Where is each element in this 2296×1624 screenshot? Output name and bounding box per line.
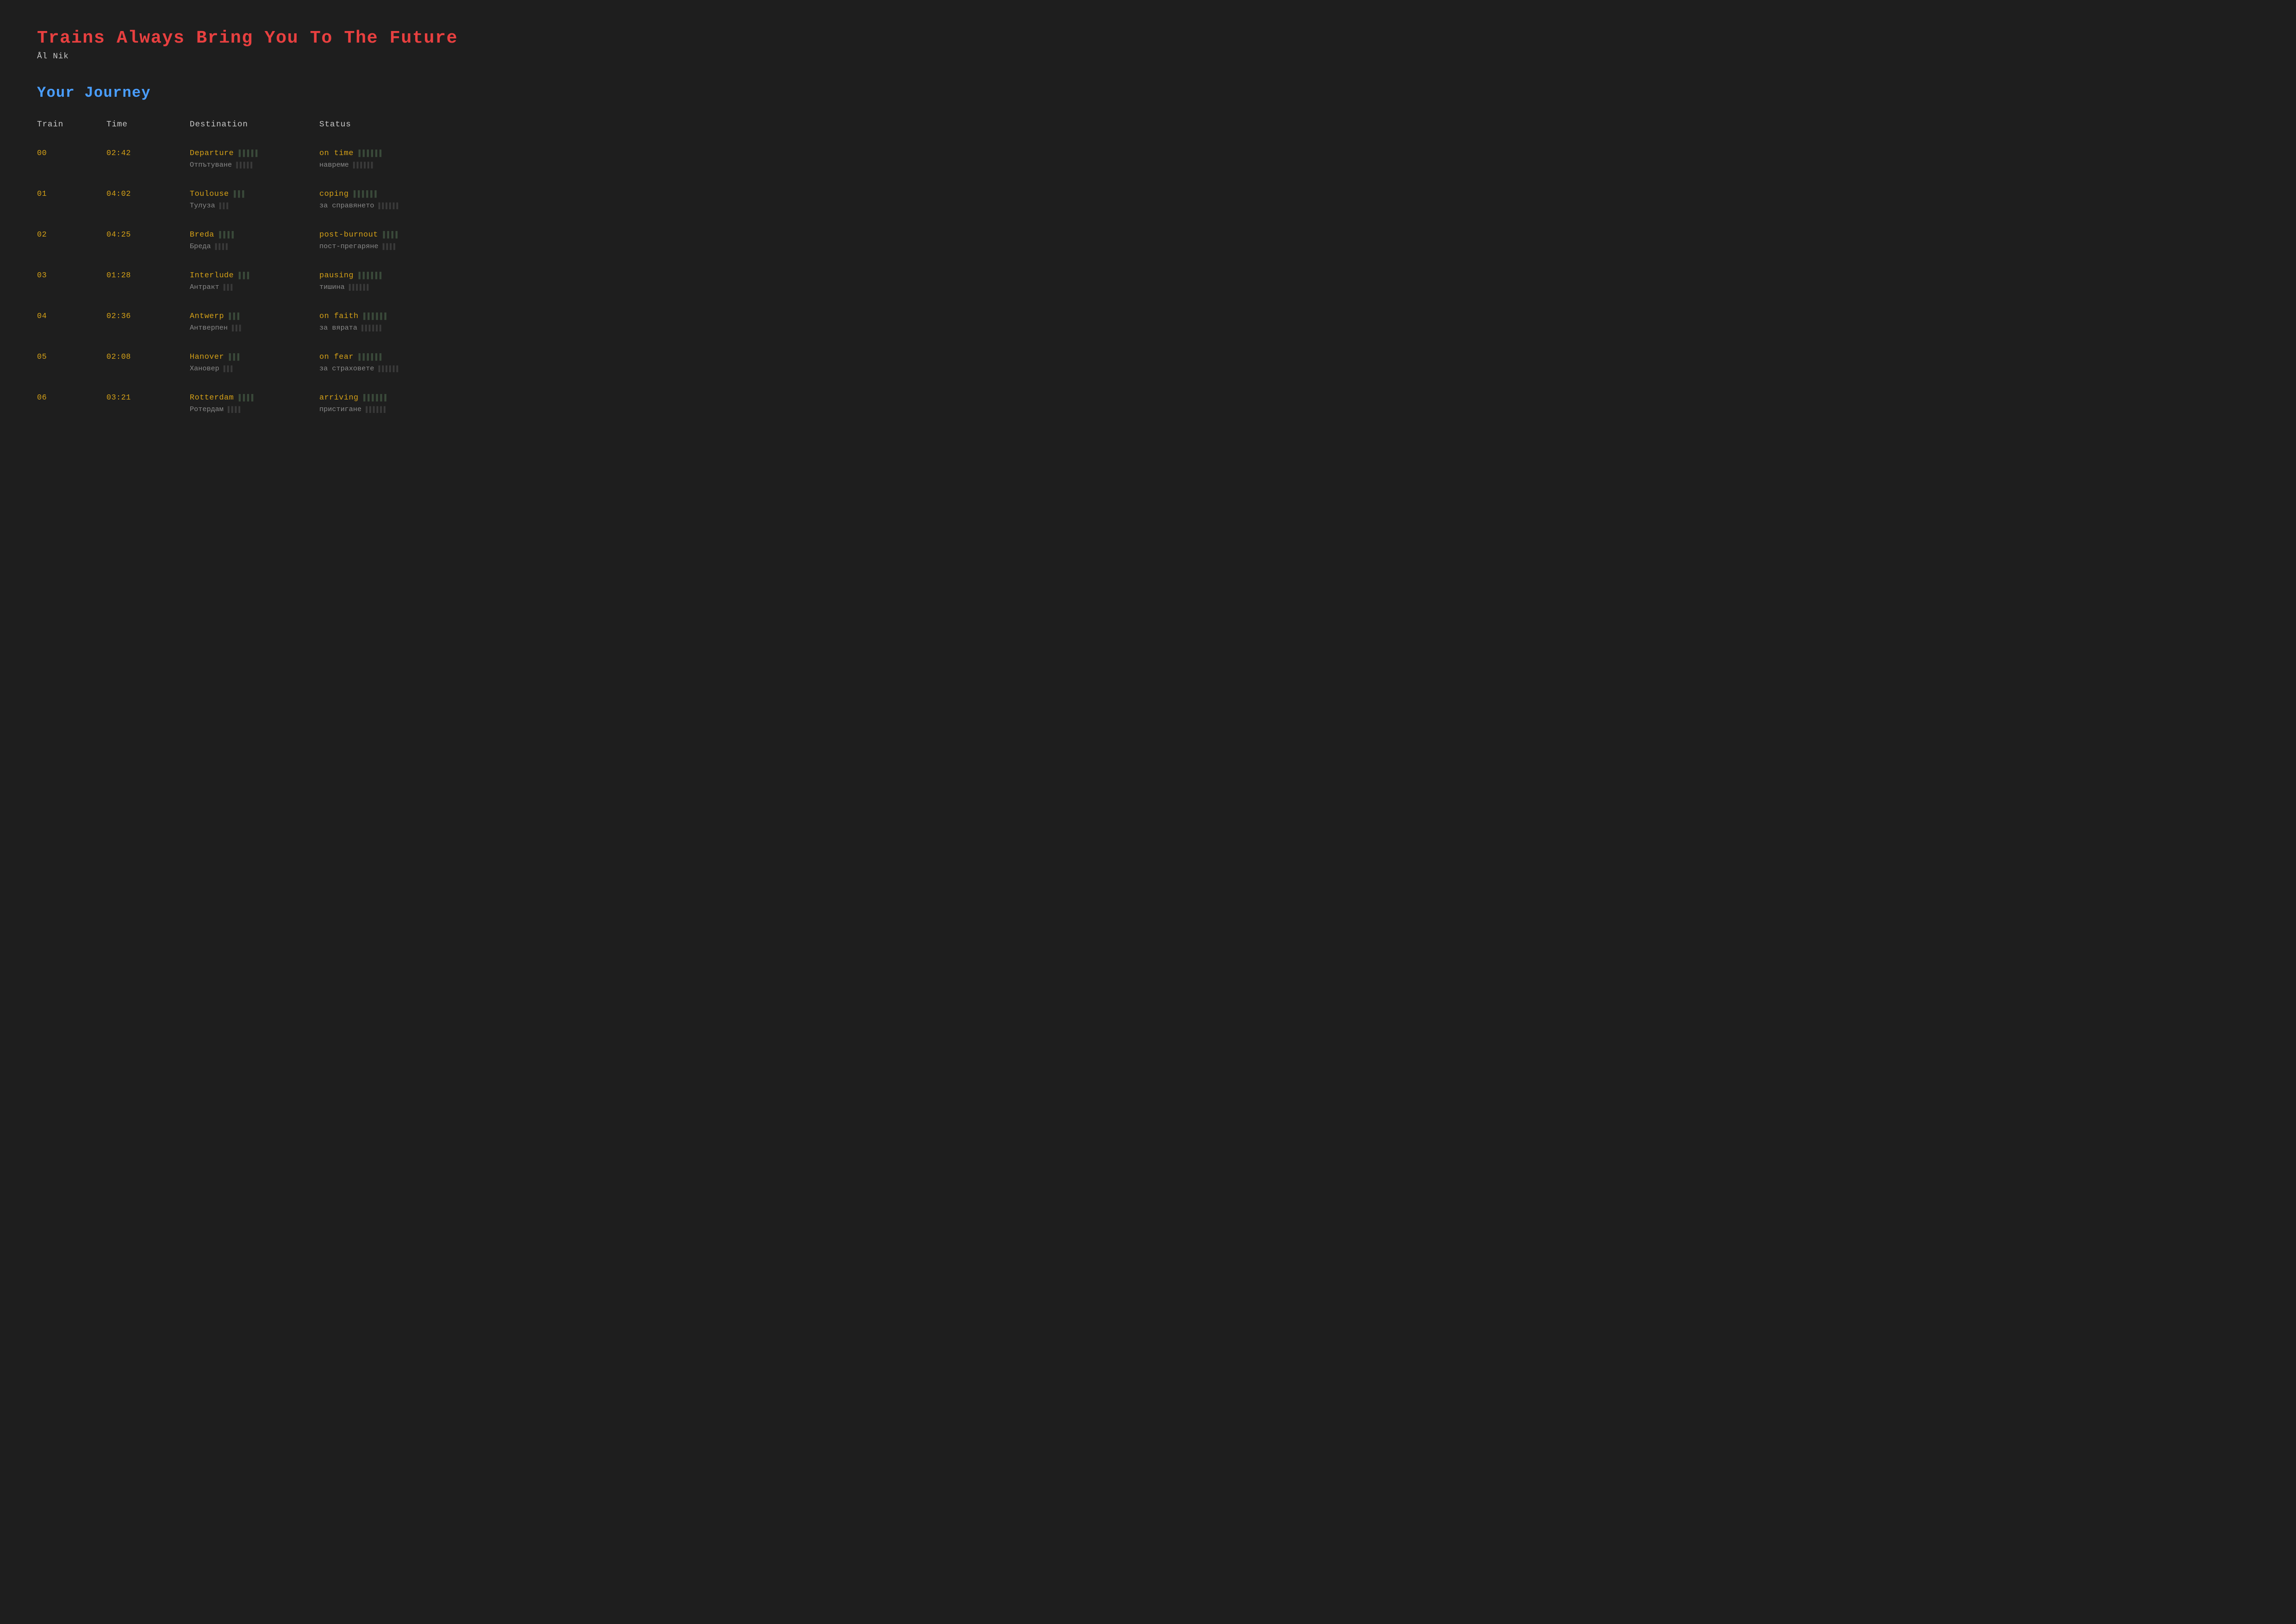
table-row: 03 01:28 Interlude ▌▌▌ Антракт ▌▌▌ pausi… [37, 261, 2259, 301]
train-time: 02:36 [106, 312, 190, 321]
dest-en: Breda ▌▌▌▌ [190, 231, 319, 239]
status-cell: on time ▌▌▌▌▌▌ навреме ▌▌▌▌▌▌ [319, 149, 467, 169]
table-body: 00 02:42 Departure ▌▌▌▌▌ Отпътуване ▌▌▌▌… [37, 138, 2259, 424]
page-header: Trains Always Bring You To The Future Ål… [37, 28, 2259, 61]
dest-en: Departure ▌▌▌▌▌ [190, 149, 319, 158]
dest-en: Interlude ▌▌▌ [190, 271, 319, 280]
status-en: on fear ▌▌▌▌▌▌ [319, 353, 467, 362]
time-cell: 02:36 [106, 312, 190, 321]
train-time: 02:42 [106, 149, 190, 158]
status-cell: pausing ▌▌▌▌▌▌ тишина ▌▌▌▌▌▌ [319, 271, 467, 291]
dest-bg: Ротердам ▌▌▌▌ [190, 405, 319, 413]
col-status: Status [319, 120, 467, 129]
train-number: 05 [37, 353, 106, 362]
train-number: 06 [37, 394, 106, 402]
col-destination: Destination [190, 120, 319, 129]
train-cell: 02 [37, 231, 106, 239]
dest-bg: Бреда ▌▌▌▌ [190, 242, 319, 250]
table-row: 06 03:21 Rotterdam ▌▌▌▌ Ротердам ▌▌▌▌ ar… [37, 383, 2259, 424]
status-cell: coping ▌▌▌▌▌▌ за справянето ▌▌▌▌▌▌ [319, 190, 467, 210]
destination-cell: Hanover ▌▌▌ Хановер ▌▌▌ [190, 353, 319, 373]
status-en: pausing ▌▌▌▌▌▌ [319, 271, 467, 280]
train-time: 04:25 [106, 231, 190, 239]
destination-cell: Breda ▌▌▌▌ Бреда ▌▌▌▌ [190, 231, 319, 250]
status-cell: on faith ▌▌▌▌▌▌ за вярата ▌▌▌▌▌▌ [319, 312, 467, 332]
status-bg: пристигане ▌▌▌▌▌▌ [319, 405, 467, 413]
status-en: arriving ▌▌▌▌▌▌ [319, 394, 467, 402]
table-row: 00 02:42 Departure ▌▌▌▌▌ Отпътуване ▌▌▌▌… [37, 138, 2259, 179]
table-row: 05 02:08 Hanover ▌▌▌ Хановер ▌▌▌ on fear… [37, 342, 2259, 383]
dest-en: Hanover ▌▌▌ [190, 353, 319, 362]
dest-bg: Отпътуване ▌▌▌▌▌ [190, 161, 319, 169]
train-time: 01:28 [106, 271, 190, 280]
col-time: Time [106, 120, 190, 129]
destination-cell: Interlude ▌▌▌ Антракт ▌▌▌ [190, 271, 319, 291]
dest-bg: Хановер ▌▌▌ [190, 364, 319, 373]
dest-en: Toulouse ▌▌▌ [190, 190, 319, 199]
train-cell: 06 [37, 394, 106, 402]
dest-en: Rotterdam ▌▌▌▌ [190, 394, 319, 402]
time-cell: 04:02 [106, 190, 190, 199]
status-cell: post-burnout ▌▌▌▌ пост-прегаряне ▌▌▌▌ [319, 231, 467, 250]
train-cell: 01 [37, 190, 106, 199]
dest-bg: Тулуза ▌▌▌ [190, 201, 319, 210]
section-heading: Your Journey [37, 84, 2259, 101]
time-cell: 03:21 [106, 394, 190, 402]
time-cell: 02:42 [106, 149, 190, 158]
journey-table: Train Time Destination Status 00 02:42 D… [37, 115, 2259, 424]
status-bg: за вярата ▌▌▌▌▌▌ [319, 324, 467, 332]
train-number: 02 [37, 231, 106, 239]
table-row: 02 04:25 Breda ▌▌▌▌ Бреда ▌▌▌▌ post-burn… [37, 220, 2259, 261]
train-time: 02:08 [106, 353, 190, 362]
train-number: 01 [37, 190, 106, 199]
status-en: coping ▌▌▌▌▌▌ [319, 190, 467, 199]
train-cell: 05 [37, 353, 106, 362]
train-cell: 04 [37, 312, 106, 321]
train-cell: 03 [37, 271, 106, 280]
journey-section: Your Journey Train Time Destination Stat… [37, 84, 2259, 424]
dest-en: Antwerp ▌▌▌ [190, 312, 319, 321]
status-bg: навреме ▌▌▌▌▌▌ [319, 161, 467, 169]
train-number: 04 [37, 312, 106, 321]
time-cell: 02:08 [106, 353, 190, 362]
destination-cell: Departure ▌▌▌▌▌ Отпътуване ▌▌▌▌▌ [190, 149, 319, 169]
status-cell: arriving ▌▌▌▌▌▌ пристигане ▌▌▌▌▌▌ [319, 394, 467, 413]
status-en: on faith ▌▌▌▌▌▌ [319, 312, 467, 321]
status-bg: за страховете ▌▌▌▌▌▌ [319, 364, 467, 373]
table-row: 04 02:36 Antwerp ▌▌▌ Антверпен ▌▌▌ on fa… [37, 301, 2259, 342]
col-train: Train [37, 120, 106, 129]
status-en: post-burnout ▌▌▌▌ [319, 231, 467, 239]
main-title: Trains Always Bring You To The Future [37, 28, 2259, 48]
dest-bg: Антракт ▌▌▌ [190, 283, 319, 291]
table-row: 01 04:02 Toulouse ▌▌▌ Тулуза ▌▌▌ coping … [37, 179, 2259, 220]
status-en: on time ▌▌▌▌▌▌ [319, 149, 467, 158]
status-bg: за справянето ▌▌▌▌▌▌ [319, 201, 467, 210]
train-number: 03 [37, 271, 106, 280]
train-time: 03:21 [106, 394, 190, 402]
status-cell: on fear ▌▌▌▌▌▌ за страховете ▌▌▌▌▌▌ [319, 353, 467, 373]
dest-bg: Антверпен ▌▌▌ [190, 324, 319, 332]
destination-cell: Antwerp ▌▌▌ Антверпен ▌▌▌ [190, 312, 319, 332]
time-cell: 04:25 [106, 231, 190, 239]
train-number: 00 [37, 149, 106, 158]
destination-cell: Rotterdam ▌▌▌▌ Ротердам ▌▌▌▌ [190, 394, 319, 413]
train-cell: 00 [37, 149, 106, 158]
destination-cell: Toulouse ▌▌▌ Тулуза ▌▌▌ [190, 190, 319, 210]
table-header-row: Train Time Destination Status [37, 115, 2259, 138]
train-time: 04:02 [106, 190, 190, 199]
status-bg: тишина ▌▌▌▌▌▌ [319, 283, 467, 291]
author-subtitle: Ål Nik [37, 52, 2259, 61]
time-cell: 01:28 [106, 271, 190, 280]
status-bg: пост-прегаряне ▌▌▌▌ [319, 242, 467, 250]
